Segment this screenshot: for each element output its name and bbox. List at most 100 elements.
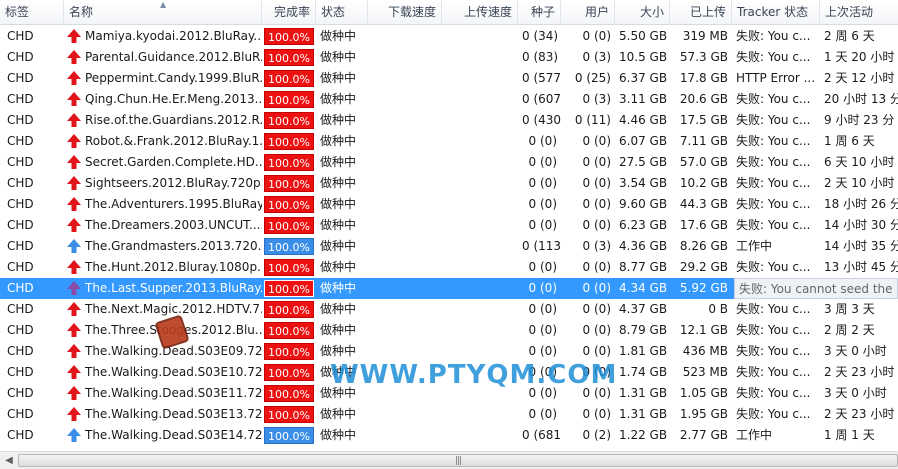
column-header-up-speed[interactable]: 上传速度 <box>442 0 518 25</box>
cell-seeds: 0 (0) <box>528 365 557 379</box>
cell-state: 做种中 <box>320 113 357 127</box>
cell-down-speed <box>368 278 442 299</box>
cell-tracker: 失败: You c... <box>736 113 811 127</box>
torrent-name: Peppermint.Candy.1999.BluR... <box>85 71 262 85</box>
cell-name: The.Walking.Dead.S03E11.72... <box>64 383 262 404</box>
table-row[interactable]: CHD The.Walking.Dead.S03E10.72... 100.0% 做种… <box>0 362 898 383</box>
table-row[interactable]: CHD The.Last.Supper.2013.BluRay... 100.0% 做… <box>0 278 898 299</box>
cell-tag: CHD <box>7 29 34 43</box>
table-row[interactable]: CHD The.Grandmasters.2013.720... 100.0% 做种中… <box>0 236 898 257</box>
column-header-peers[interactable]: 用户 <box>561 0 615 25</box>
torrent-name: The.Adventurers.1995.BluRay... <box>85 197 262 211</box>
column-header-uploaded[interactable]: 已上传 <box>670 0 732 25</box>
cell-uploaded: 57.3 GB <box>679 50 728 64</box>
table-row[interactable]: CHD Robot.&.Frank.2012.BluRay.1... 100.0% 做… <box>0 131 898 152</box>
table-row[interactable]: CHD The.Hunt.2012.Bluray.1080p... 100.0% 做种… <box>0 257 898 278</box>
cell-size: 1.31 GB <box>619 386 668 400</box>
cell-state: 做种中 <box>320 92 357 106</box>
cell-up-speed <box>442 110 518 131</box>
cell-up-speed <box>442 236 518 257</box>
cell-state: 做种中 <box>320 197 357 211</box>
progress-bar: 100.0% <box>264 133 314 150</box>
cell-tracker: 失败: You c... <box>736 92 811 106</box>
cell-last-active: 2 天 23 小时 <box>824 365 895 379</box>
table-row[interactable]: CHD The.Walking.Dead.S03E13.72... 100.0% 做种… <box>0 404 898 425</box>
cell-seeds: 0 (0) <box>528 344 557 358</box>
table-row[interactable]: CHD Sightseers.2012.BluRay.720p... 100.0% 做… <box>0 173 898 194</box>
red-up-arrow-icon <box>67 70 81 85</box>
cell-tracker: 失败: You c... <box>736 365 811 379</box>
cell-size: 4.34 GB <box>619 281 668 295</box>
progress-bar: 100.0% <box>264 301 314 318</box>
cell-size: 6.37 GB <box>619 71 668 85</box>
cell-state: 做种中 <box>320 155 357 169</box>
cell-tag: CHD <box>7 260 34 274</box>
cell-state: 做种中 <box>320 302 357 316</box>
table-row[interactable]: CHD Mamiya.kyodai.2012.BluRay... 100.0% 做种中… <box>0 26 898 47</box>
table-row[interactable]: CHD The.Dreamers.2003.UNCUT.... 100.0% 做种中 0… <box>0 215 898 236</box>
cell-tracker: HTTP Error ... <box>736 71 816 85</box>
cell-uploaded: 10.2 GB <box>679 176 728 190</box>
table-row[interactable]: CHD Parental.Guidance.2012.BluR... 100.0% 做… <box>0 47 898 68</box>
scroll-left-icon[interactable]: ◀ <box>0 452 18 469</box>
table-row[interactable]: CHD The.Adventurers.1995.BluRay... 100.0% 做… <box>0 194 898 215</box>
table-row[interactable]: CHD The.Walking.Dead.S03E09.72... 100.0% 做种… <box>0 341 898 362</box>
column-header-progress[interactable]: 完成率 <box>262 0 316 25</box>
cell-tracker: 失败: You c... <box>736 260 811 274</box>
sort-ascending-icon: ▲ <box>160 0 167 9</box>
cell-down-speed <box>368 320 442 341</box>
column-header-seeds[interactable]: 种子 <box>518 0 561 25</box>
horizontal-scrollbar[interactable]: ◀ ||| <box>0 451 898 469</box>
cell-last-active: 2 天 10 小时 <box>824 176 895 190</box>
cell-tracker: 失败: You c... <box>736 407 811 421</box>
column-header-state[interactable]: 状态 <box>316 0 368 25</box>
cell-progress: 100.0% <box>262 110 316 131</box>
cell-state: 做种中 <box>320 428 357 442</box>
cell-name: The.Walking.Dead.S03E10.72... <box>64 362 262 383</box>
cell-seeds: 0 (0) <box>528 197 557 211</box>
table-row[interactable]: CHD Rise.of.the.Guardians.2012.R... 100.0%… <box>0 110 898 131</box>
cell-down-speed <box>368 236 442 257</box>
table-row[interactable]: CHDThe.Three.Stooges.2012.Blu...100.0%做种… <box>0 320 898 341</box>
cell-tag: CHD <box>7 323 34 337</box>
cell-uploaded: 17.6 GB <box>679 218 728 232</box>
table-row[interactable]: CHD Secret.Garden.Complete.HD... 100.0% 做种中… <box>0 152 898 173</box>
red-up-arrow-icon <box>67 364 81 379</box>
table-row[interactable]: CHD The.Walking.Dead.S03E11.72... 100.0% 做种… <box>0 383 898 404</box>
cell-size: 9.60 GB <box>619 197 668 211</box>
cell-name: The.Next.Magic.2012.HDTV.7... <box>64 299 262 320</box>
cell-peers: 0 (3) <box>582 92 611 106</box>
red-up-arrow-icon <box>67 322 81 337</box>
cell-tracker: 失败: You c... <box>736 344 811 358</box>
progress-bar: 100.0% <box>264 343 314 360</box>
cell-seeds: 0 (0) <box>528 155 557 169</box>
red-up-arrow-icon <box>67 154 81 169</box>
table-row[interactable]: CHD The.Walking.Dead.S03E14.72... 100.0% 做种… <box>0 425 898 446</box>
cell-state: 做种中 <box>320 239 357 253</box>
column-header-last-active[interactable]: 上次活动 <box>820 0 898 25</box>
cell-uploaded: 12.1 GB <box>679 323 728 337</box>
table-row[interactable]: CHD Peppermint.Candy.1999.BluR... 100.0% 做种… <box>0 68 898 89</box>
cell-down-speed <box>368 110 442 131</box>
column-header-tracker[interactable]: Tracker 状态 <box>732 0 820 25</box>
table-row[interactable]: CHD Qing.Chun.He.Er.Meng.2013.... 100.0% 做种… <box>0 89 898 110</box>
cell-tag: CHD <box>7 71 34 85</box>
column-header-size[interactable]: 大小 <box>615 0 670 25</box>
table-row[interactable]: CHD The.Next.Magic.2012.HDTV.7... 100.0% 做种… <box>0 299 898 320</box>
progress-bar: 100.0% <box>264 175 314 192</box>
cell-tag: CHD <box>7 239 34 253</box>
progress-bar: 100.0% <box>264 406 314 423</box>
cell-uploaded: 2.77 GB <box>679 428 728 442</box>
torrent-name: The.Walking.Dead.S03E14.72... <box>85 428 262 442</box>
column-header-tag[interactable]: 标签 <box>0 0 64 25</box>
cell-peers: 0 (0) <box>582 365 611 379</box>
cell-seeds: 0 (0) <box>528 281 557 295</box>
cell-uploaded: 17.5 GB <box>679 113 728 127</box>
cell-tracker: 工作中 <box>736 239 773 253</box>
progress-bar: 100.0% <box>264 280 314 297</box>
column-header-down-speed[interactable]: 下载速度 <box>368 0 442 25</box>
purple-up-arrow-icon <box>67 280 81 295</box>
cell-uploaded: 319 MB <box>682 29 728 43</box>
cell-up-speed <box>442 89 518 110</box>
scrollbar-thumb[interactable]: ||| <box>18 454 898 467</box>
